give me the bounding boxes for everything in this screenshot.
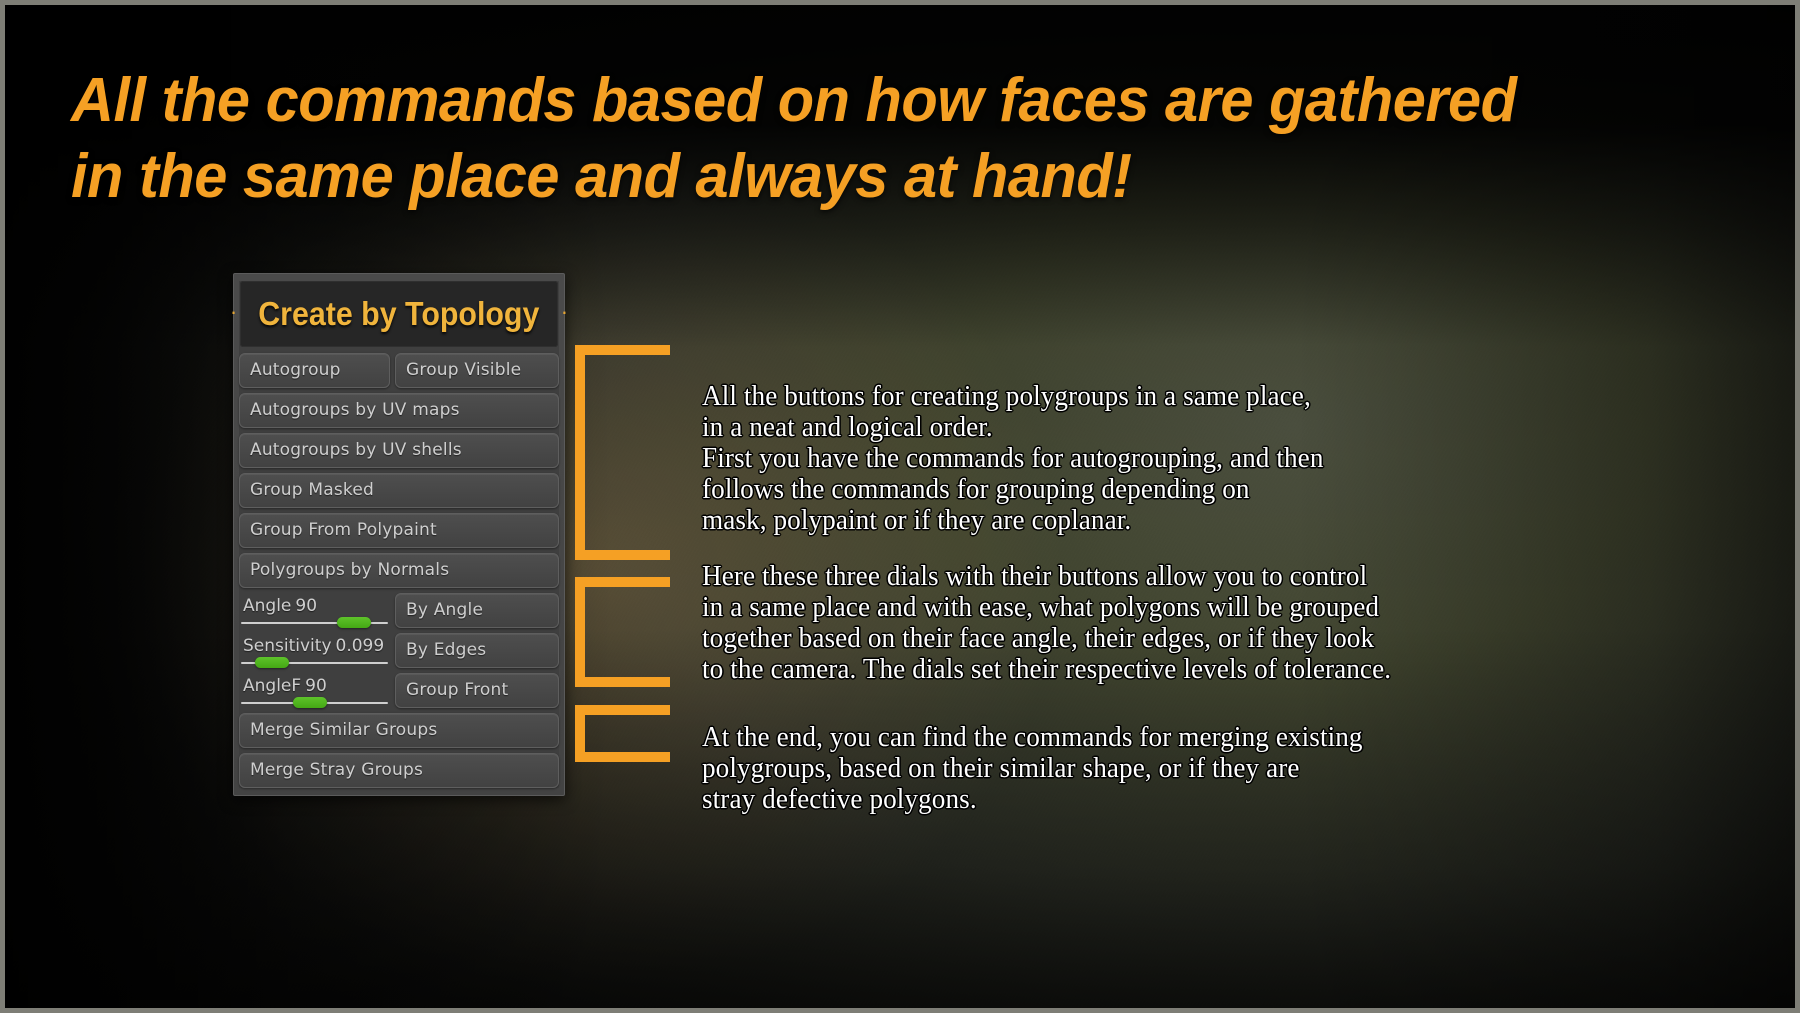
slider-angle-label: Angle 90 [243,596,317,616]
note-dials: Here these three dials with their button… [702,561,1392,685]
note-merge: At the end, you can find the commands fo… [702,722,1363,815]
bracket-merge [575,705,670,762]
slider-anglef[interactable]: AngleF 90 [239,673,390,708]
slider-anglef-knob[interactable] [292,697,327,708]
button-row-group-masked: Group Masked [239,473,559,508]
button-by-angle[interactable]: By Angle [395,593,559,628]
slider-angle-knob[interactable] [337,617,372,628]
note-creation: All the buttons for creating polygroups … [702,381,1324,536]
slide-canvas: All the commands based on how faces are … [0,0,1800,1013]
slider-sensitivity-name: Sensitivity [243,636,332,656]
slider-sensitivity-label: Sensitivity 0.099 [243,636,384,656]
slider-row-angle: Angle 90 By Angle [239,593,559,628]
slider-sensitivity-value: 0.099 [335,636,385,656]
slider-angle-value: 90 [295,596,318,616]
slider-row-anglef: AngleF 90 Group Front [239,673,559,708]
panel-header[interactable]: · Create by Topology · [230,281,568,347]
button-row-uv-maps: Autogroups by UV maps [239,393,559,428]
bracket-dials [575,577,670,687]
bullet-right-icon: · [560,299,569,324]
button-merge-stray-groups[interactable]: Merge Stray Groups [239,753,559,788]
create-by-topology-panel: · Create by Topology · Autogroup Group V… [230,273,568,796]
button-autogroups-by-uv-maps[interactable]: Autogroups by UV maps [239,393,559,428]
button-autogroup[interactable]: Autogroup [239,353,390,388]
panel-body: · Create by Topology · Autogroup Group V… [230,281,568,788]
button-row-autogroup: Autogroup Group Visible [239,353,559,388]
button-polygroups-by-normals[interactable]: Polygroups by Normals [239,553,559,588]
button-group-front[interactable]: Group Front [395,673,559,708]
slider-angle[interactable]: Angle 90 [239,593,390,628]
button-group-masked[interactable]: Group Masked [239,473,559,508]
slider-angle-name: Angle [243,596,292,616]
button-row-uv-shells: Autogroups by UV shells [239,433,559,468]
slider-row-sensitivity: Sensitivity 0.099 By Edges [239,633,559,668]
button-row-polygroups-by-normals: Polygroups by Normals [239,553,559,588]
slide-title: All the commands based on how faces are … [71,66,1517,211]
button-group-from-polypaint[interactable]: Group From Polypaint [239,513,559,548]
bracket-creation [575,345,670,560]
button-row-merge-stray: Merge Stray Groups [239,753,559,788]
button-by-edges[interactable]: By Edges [395,633,559,668]
slider-anglef-name: AngleF [243,676,302,696]
slider-anglef-label: AngleF 90 [243,676,327,696]
panel-title: Create by Topology [258,295,540,332]
slider-sensitivity[interactable]: Sensitivity 0.099 [239,633,390,668]
bullet-left-icon: · [229,299,238,324]
button-row-merge-similar: Merge Similar Groups [239,713,559,748]
button-autogroups-by-uv-shells[interactable]: Autogroups by UV shells [239,433,559,468]
button-row-group-from-polypaint: Group From Polypaint [239,513,559,548]
slider-sensitivity-knob[interactable] [255,657,290,668]
button-group-visible[interactable]: Group Visible [395,353,559,388]
button-merge-similar-groups[interactable]: Merge Similar Groups [239,713,559,748]
slider-anglef-value: 90 [305,676,327,696]
